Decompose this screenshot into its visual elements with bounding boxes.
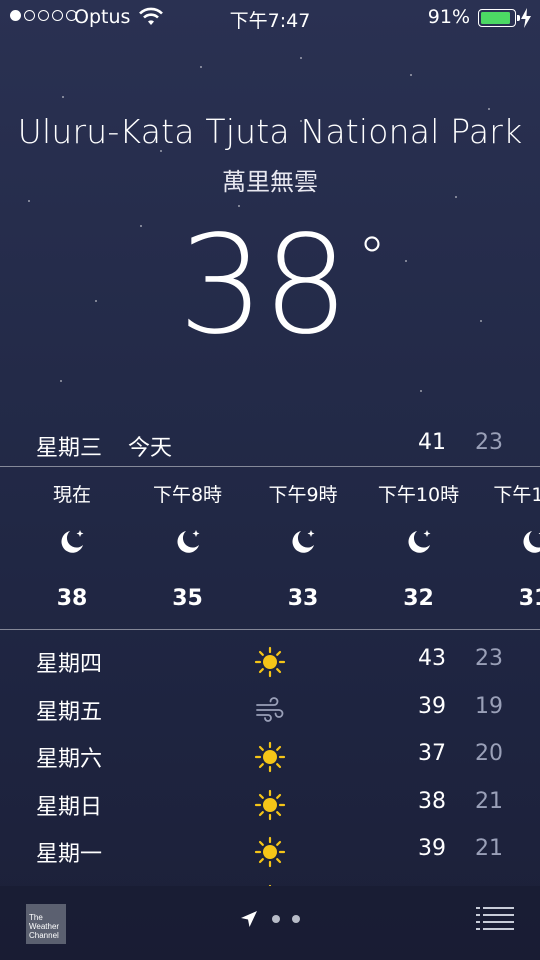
daily-row: 星期五 39 19	[0, 688, 540, 736]
hour-label: 下午11時	[493, 484, 540, 506]
today-high: 41	[418, 430, 446, 455]
today-summary-row: 星期三 今天 41 23	[0, 428, 540, 462]
battery-fill	[481, 12, 511, 24]
day-low: 19	[475, 693, 503, 719]
hour-label: 下午9時	[268, 484, 338, 506]
day-high: 39	[418, 836, 446, 861]
today-day: 星期三	[36, 436, 103, 461]
current-temperature: 38	[178, 207, 349, 365]
day-low: 20	[475, 741, 503, 766]
page-dot-icon[interactable]	[292, 915, 300, 923]
moon-icon	[56, 526, 88, 558]
day-low: 23	[475, 646, 503, 671]
bottom-toolbar: The Weather Channel	[0, 886, 540, 960]
location-name: Uluru-Kata Tjuta National Park	[17, 112, 523, 151]
moon-icon	[518, 526, 540, 558]
day-name: 星期一	[36, 842, 103, 867]
day-high: 39	[418, 693, 446, 719]
day-low: 21	[475, 836, 503, 861]
page-dot-icon[interactable]	[272, 915, 280, 923]
hourly-forecast[interactable]: 現在 38 下午8時 35 下午9時 33 下午10時 32 下午11時 31	[0, 468, 540, 628]
day-name: 星期六	[36, 747, 103, 772]
hour-label: 現在	[52, 484, 91, 506]
divider	[0, 466, 540, 467]
hour-temperature: 35	[172, 586, 203, 611]
moon-icon	[403, 526, 435, 558]
moon-icon	[172, 526, 204, 558]
status-bar: Optus 下午7:47 91%	[0, 0, 540, 36]
day-name: 星期四	[36, 652, 103, 677]
day-low: 21	[475, 788, 503, 814]
weather-condition: 萬里無雲	[222, 168, 318, 196]
battery-icon	[478, 9, 520, 27]
day-name: 星期日	[36, 794, 103, 820]
hour-label: 下午10時	[377, 484, 460, 506]
charging-bolt-icon	[521, 8, 531, 28]
battery-percent: 91%	[427, 6, 470, 28]
hour-label: 下午8時	[152, 484, 223, 506]
sun-icon	[254, 646, 286, 678]
today-low: 23	[475, 430, 503, 455]
wind-icon	[254, 694, 286, 726]
daily-row: 星期日 38 21	[0, 783, 540, 831]
sun-icon	[254, 836, 286, 868]
hour-temperature: 33	[287, 586, 319, 611]
daily-forecast-list[interactable]: 星期四 43 23 星期五 39 19 星期六 37 20 星期日 38 21 星期一 39 21 星期二	[0, 640, 540, 886]
daily-row: 星期一 39 21	[0, 830, 540, 878]
weather-channel-logo[interactable]: The Weather Channel	[26, 904, 66, 944]
divider	[0, 629, 540, 630]
today-label: 今天	[128, 436, 173, 461]
day-high: 38	[418, 788, 446, 814]
location-arrow-icon[interactable]	[240, 910, 258, 928]
degree-symbol: °	[358, 226, 386, 291]
sun-icon	[254, 789, 286, 821]
sun-icon	[254, 741, 286, 773]
daily-row: 星期六 37 20	[0, 735, 540, 783]
daily-row: 星期二	[0, 878, 540, 886]
day-high: 37	[418, 741, 446, 766]
moon-icon	[287, 526, 319, 558]
list-icon[interactable]	[476, 906, 514, 932]
hour-temperature: 38	[56, 586, 88, 611]
day-high: 43	[418, 646, 446, 671]
hour-temperature: 31	[518, 586, 540, 611]
hour-temperature: 32	[403, 586, 434, 611]
daily-row: 星期四 43 23	[0, 640, 540, 688]
day-name: 星期五	[36, 699, 103, 725]
